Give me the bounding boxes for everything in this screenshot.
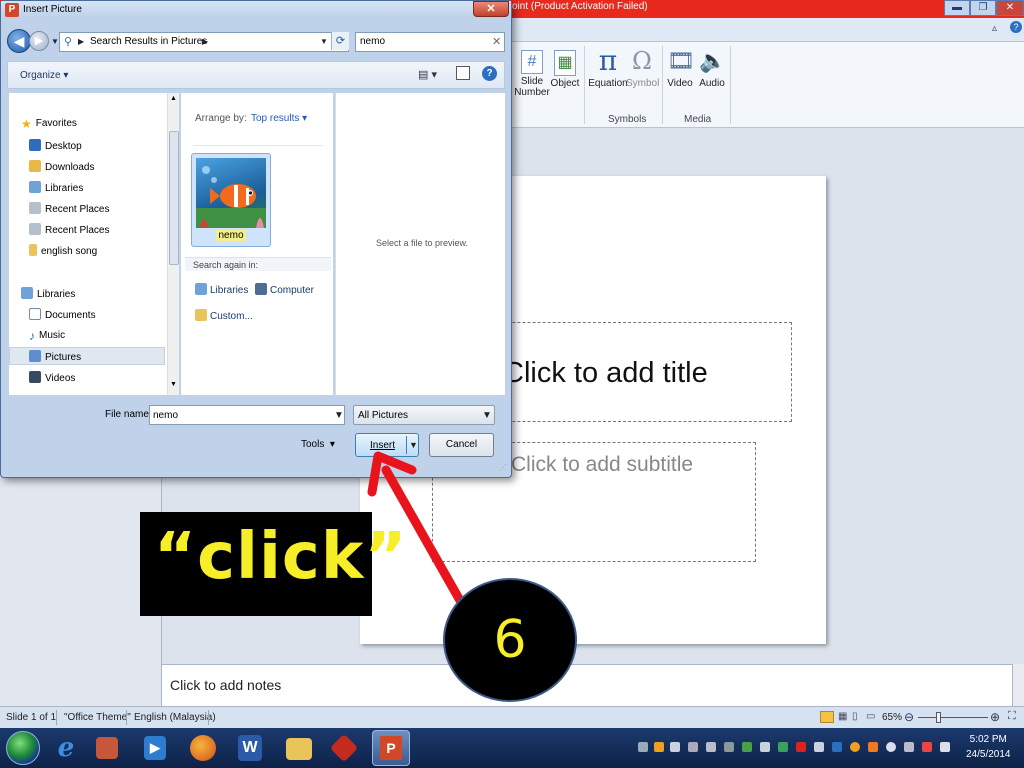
arrow-shaft [381, 465, 467, 609]
step-number: 6 [493, 610, 527, 670]
step-number-badge: 6 [443, 578, 577, 702]
